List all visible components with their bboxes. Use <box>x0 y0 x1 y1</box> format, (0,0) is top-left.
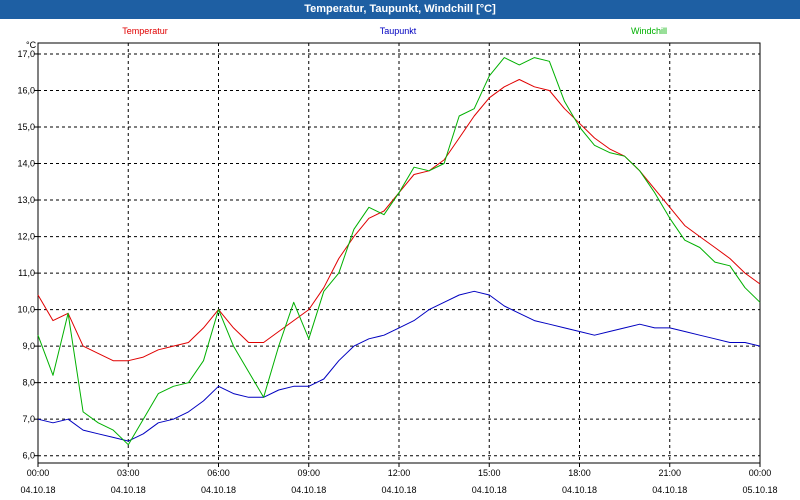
y-tick-label: 14,0 <box>17 159 35 169</box>
x-tick-date: 04.10.18 <box>20 485 55 495</box>
x-tick-date: 04.10.18 <box>472 485 507 495</box>
x-tick-date: 04.10.18 <box>201 485 236 495</box>
chart-window: Temperatur, Taupunkt, Windchill [°C] 6,0… <box>0 0 800 500</box>
x-tick-time: 21:00 <box>658 468 681 478</box>
y-tick-label: 8,0 <box>22 378 35 388</box>
y-tick-label: 9,0 <box>22 341 35 351</box>
x-tick-time: 00:00 <box>27 468 50 478</box>
legend-temperatur: Temperatur <box>122 26 168 36</box>
y-axis-unit: °C <box>26 40 37 50</box>
x-tick-time: 12:00 <box>388 468 411 478</box>
x-tick-date: 04.10.18 <box>291 485 326 495</box>
x-tick-date: 04.10.18 <box>111 485 146 495</box>
y-tick-label: 7,0 <box>22 414 35 424</box>
y-tick-label: 17,0 <box>17 49 35 59</box>
x-tick-time: 06:00 <box>207 468 230 478</box>
y-tick-label: 10,0 <box>17 305 35 315</box>
x-tick-date: 05.10.18 <box>742 485 777 495</box>
x-tick-date: 04.10.18 <box>562 485 597 495</box>
x-tick-time: 18:00 <box>568 468 591 478</box>
y-tick-label: 15,0 <box>17 122 35 132</box>
x-tick-time: 09:00 <box>297 468 320 478</box>
y-tick-label: 16,0 <box>17 85 35 95</box>
x-tick-time: 15:00 <box>478 468 501 478</box>
y-tick-label: 12,0 <box>17 232 35 242</box>
y-tick-label: 11,0 <box>18 268 35 278</box>
x-tick-date: 04.10.18 <box>381 485 416 495</box>
x-tick-time: 03:00 <box>117 468 140 478</box>
y-axis-ticks: 6,0 7,0 8,0 9,0 10,0 11,0 12,0 13,0 14,0 15,0 16,0… <box>17 49 38 461</box>
x-tick-time: 00:00 <box>749 468 772 478</box>
x-axis-ticks: 00:00 04.10.18 03:00 04.10.18 06:00 04.10.18 0… <box>20 463 778 495</box>
line-chart: 6,0 7,0 8,0 9,0 10,0 11,0 12,0 13,0 14,0 15,0 16,0… <box>17 26 778 495</box>
y-tick-label: 6,0 <box>22 451 35 461</box>
y-tick-label: 13,0 <box>17 195 35 205</box>
x-tick-date: 04.10.18 <box>652 485 687 495</box>
legend-taupunkt: Taupunkt <box>380 26 417 36</box>
legend-windchill: Windchill <box>631 26 667 36</box>
